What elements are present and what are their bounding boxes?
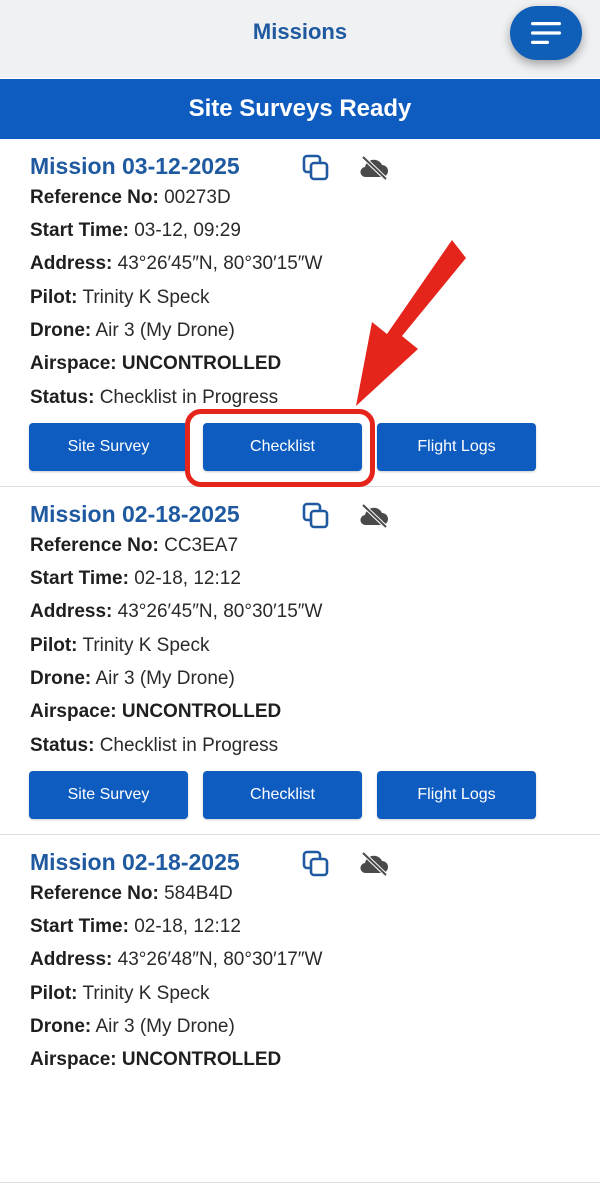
airspace-row: Airspace: UNCONTROLLED	[30, 701, 281, 723]
site-survey-button[interactable]: Site Survey	[29, 771, 188, 819]
status-value: Checklist in Progress	[99, 735, 279, 756]
flight-logs-button[interactable]: Flight Logs	[377, 771, 536, 819]
start-time-value: 02-18, 12:12	[134, 568, 241, 589]
status-row: Status: Checklist in Progress	[30, 735, 278, 757]
site-survey-button[interactable]: Site Survey	[29, 423, 188, 471]
pilot-value: Trinity K Speck	[82, 287, 210, 308]
drone-label: Drone:	[30, 668, 92, 689]
start-time-label: Start Time:	[30, 220, 129, 241]
copy-icon[interactable]	[301, 849, 331, 879]
copy-icon[interactable]	[301, 153, 331, 183]
pilot-value: Trinity K Speck	[82, 983, 210, 1004]
reference-value: 584B4D	[164, 883, 233, 904]
pilot-row: Pilot: Trinity K Speck	[30, 287, 210, 309]
drone-value: Air 3 (My Drone)	[95, 1016, 235, 1037]
drone-row: Drone: Air 3 (My Drone)	[30, 1016, 235, 1038]
airspace-value: UNCONTROLLED	[121, 1049, 282, 1070]
address-value: 43°26′48″N, 80°30′17″W	[117, 949, 323, 970]
airspace-value: UNCONTROLLED	[121, 701, 282, 722]
airspace-label: Airspace:	[30, 1049, 117, 1070]
airspace-label: Airspace:	[30, 701, 117, 722]
mission-list: Mission 03-12-2025 Reference No: 00273D …	[0, 139, 600, 1183]
mission-title[interactable]: Mission 03-12-2025	[30, 153, 240, 180]
address-row: Address: 43°26′45″N, 80°30′15″W	[30, 253, 322, 275]
pilot-label: Pilot:	[30, 983, 78, 1004]
pilot-label: Pilot:	[30, 287, 78, 308]
airspace-row: Airspace: UNCONTROLLED	[30, 353, 281, 375]
cloud-off-icon	[360, 503, 388, 529]
mission-card: Mission 02-18-2025 Reference No: CC3EA7 …	[0, 487, 600, 835]
drone-row: Drone: Air 3 (My Drone)	[30, 320, 235, 342]
status-row: Status: Checklist in Progress	[30, 387, 278, 409]
mission-card: Mission 03-12-2025 Reference No: 00273D …	[0, 139, 600, 487]
airspace-row: Airspace: UNCONTROLLED	[30, 1049, 281, 1071]
start-time-label: Start Time:	[30, 916, 129, 937]
start-time-value: 03-12, 09:29	[134, 220, 241, 241]
drone-value: Air 3 (My Drone)	[95, 320, 235, 341]
menu-button[interactable]	[510, 6, 582, 60]
airspace-value: UNCONTROLLED	[121, 353, 282, 374]
cloud-off-icon	[360, 851, 388, 877]
reference-row: Reference No: 00273D	[30, 187, 231, 209]
copy-icon[interactable]	[301, 501, 331, 531]
reference-value: 00273D	[164, 187, 231, 208]
address-label: Address:	[30, 949, 113, 970]
address-label: Address:	[30, 253, 113, 274]
address-value: 43°26′45″N, 80°30′15″W	[117, 601, 323, 622]
address-row: Address: 43°26′48″N, 80°30′17″W	[30, 949, 322, 971]
flight-logs-button[interactable]: Flight Logs	[377, 423, 536, 471]
drone-row: Drone: Air 3 (My Drone)	[30, 668, 235, 690]
reference-label: Reference No:	[30, 187, 159, 208]
mission-title[interactable]: Mission 02-18-2025	[30, 501, 240, 528]
address-value: 43°26′45″N, 80°30′15″W	[117, 253, 323, 274]
mission-card: Mission 02-18-2025 Reference No: 584B4D …	[0, 835, 600, 1183]
annotation-highlight-ring	[185, 409, 375, 487]
annotation-arrow	[356, 240, 466, 406]
start-time-value: 02-18, 12:12	[134, 916, 241, 937]
reference-row: Reference No: 584B4D	[30, 883, 233, 905]
status-label: Status:	[30, 735, 95, 756]
start-time-row: Start Time: 02-18, 12:12	[30, 568, 241, 590]
pilot-value: Trinity K Speck	[82, 635, 210, 656]
drone-label: Drone:	[30, 320, 92, 341]
airspace-label: Airspace:	[30, 353, 117, 374]
pilot-label: Pilot:	[30, 635, 78, 656]
reference-value: CC3EA7	[164, 535, 239, 556]
pilot-row: Pilot: Trinity K Speck	[30, 635, 210, 657]
reference-label: Reference No:	[30, 883, 159, 904]
address-label: Address:	[30, 601, 113, 622]
status-value: Checklist in Progress	[99, 387, 279, 408]
drone-value: Air 3 (My Drone)	[95, 668, 235, 689]
mission-title[interactable]: Mission 02-18-2025	[30, 849, 240, 876]
start-time-row: Start Time: 03-12, 09:29	[30, 220, 241, 242]
start-time-row: Start Time: 02-18, 12:12	[30, 916, 241, 938]
address-row: Address: 43°26′45″N, 80°30′15″W	[30, 601, 322, 623]
top-bar: Missions	[0, 0, 600, 78]
status-label: Status:	[30, 387, 95, 408]
section-banner: Site Surveys Ready	[0, 79, 600, 139]
drone-label: Drone:	[30, 1016, 92, 1037]
cloud-off-icon	[360, 155, 388, 181]
start-time-label: Start Time:	[30, 568, 129, 589]
pilot-row: Pilot: Trinity K Speck	[30, 983, 210, 1005]
reference-row: Reference No: CC3EA7	[30, 535, 238, 557]
reference-label: Reference No:	[30, 535, 159, 556]
checklist-button[interactable]: Checklist	[203, 771, 362, 819]
hamburger-menu-icon	[531, 22, 561, 44]
